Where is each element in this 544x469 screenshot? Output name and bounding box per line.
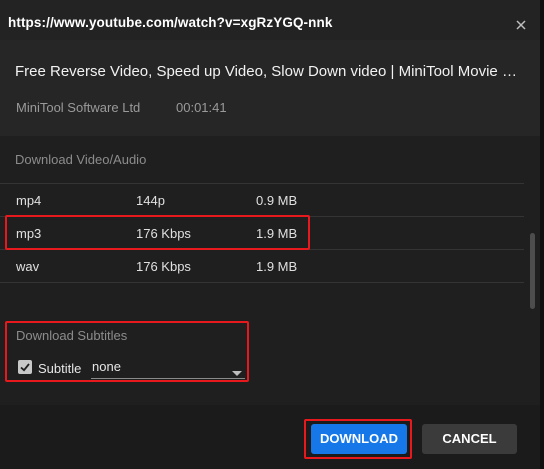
video-url: https://www.youtube.com/watch?v=xgRzYGQ-…: [8, 15, 333, 30]
quality-cell: 176 Kbps: [136, 259, 191, 274]
quality-cell: 144p: [136, 193, 165, 208]
close-icon[interactable]: [512, 16, 530, 34]
subtitle-select[interactable]: none: [91, 355, 245, 379]
size-cell: 0.9 MB: [256, 193, 298, 208]
format-row-mp3[interactable]: mp3 176 Kbps 1.9 MB: [0, 216, 524, 249]
video-info-panel: Free Reverse Video, Speed up Video, Slow…: [0, 40, 540, 136]
video-title: Free Reverse Video, Speed up Video, Slow…: [15, 63, 525, 80]
format-cell: mp4: [16, 193, 42, 208]
format-cell: wav: [16, 259, 40, 274]
size-cell: 1.9 MB: [256, 226, 298, 241]
size-cell: 1.9 MB: [256, 259, 298, 274]
download-button[interactable]: DOWNLOAD: [311, 424, 407, 454]
scrollbar-thumb[interactable]: [530, 233, 535, 309]
quality-cell: 176 Kbps: [136, 226, 191, 241]
subtitle-checkbox[interactable]: [18, 360, 32, 374]
dialog-titlebar: https://www.youtube.com/watch?v=xgRzYGQ-…: [0, 0, 540, 40]
subtitle-select-value: none: [92, 359, 121, 374]
video-duration: 00:01:41: [176, 100, 227, 115]
checkmark-icon: [20, 363, 30, 372]
format-cell: mp3: [16, 226, 42, 241]
cancel-button[interactable]: CANCEL: [422, 424, 517, 454]
channel-name: MiniTool Software Ltd: [16, 100, 141, 115]
format-table: mp4 144p 0.9 MB mp3 176 Kbps 1.9 MB wav …: [0, 183, 524, 283]
subtitle-checkbox-label: Subtitle: [38, 361, 82, 376]
chevron-down-icon: [232, 364, 242, 382]
dialog-footer: DOWNLOAD CANCEL: [0, 405, 540, 469]
subtitles-section-title: Download Subtitles: [16, 328, 128, 343]
download-dialog: https://www.youtube.com/watch?v=xgRzYGQ-…: [0, 0, 544, 469]
format-row-mp4[interactable]: mp4 144p 0.9 MB: [0, 183, 524, 216]
download-section-title: Download Video/Audio: [15, 152, 147, 167]
format-row-wav[interactable]: wav 176 Kbps 1.9 MB: [0, 249, 524, 283]
format-list-scrollbar[interactable]: [527, 183, 537, 311]
